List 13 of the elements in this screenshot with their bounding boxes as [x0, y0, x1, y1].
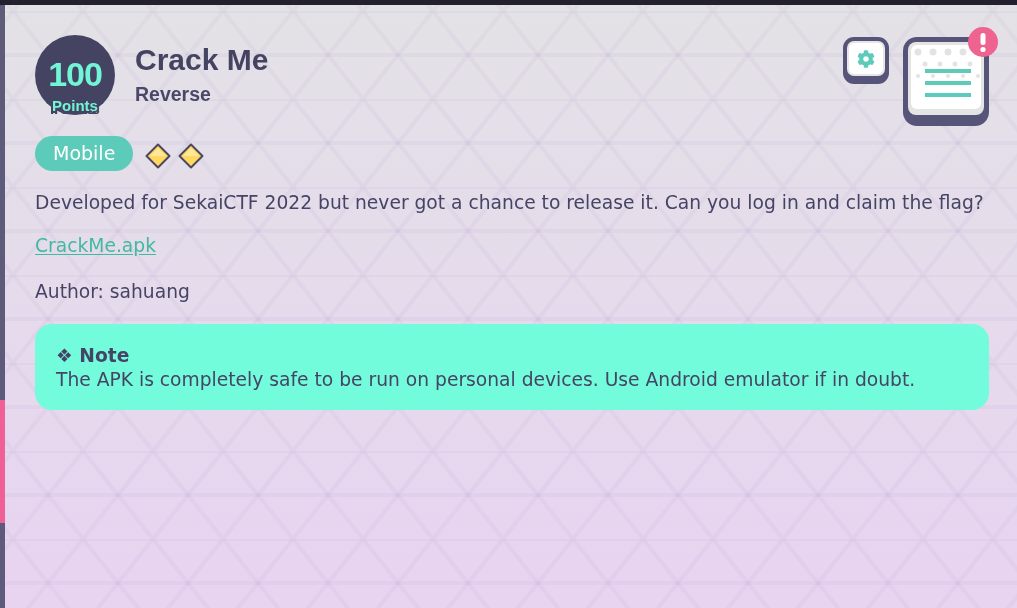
- challenge-description: Developed for SekaiCTF 2022 but never got a chance to release it. Can you log in and claim the flag?: [35, 191, 985, 215]
- points-label: Points: [52, 98, 98, 113]
- file-link[interactable]: CrackMe.apk: [35, 235, 156, 256]
- note-title: ❖ Note: [56, 344, 131, 368]
- gear-icon: [857, 49, 875, 68]
- note-text: The APK is completely safe to be run on personal devices. Use Android emulator if in doubt.: [56, 368, 917, 392]
- points-value: 100: [48, 57, 102, 91]
- challenge-title: Crack Me: [135, 45, 269, 75]
- settings-button[interactable]: [843, 37, 889, 84]
- category-label: Reverse: [135, 85, 212, 105]
- author-text: Author: sahuang: [35, 280, 191, 304]
- category-tag: Mobile: [35, 136, 134, 171]
- notepad-icon: [908, 42, 984, 115]
